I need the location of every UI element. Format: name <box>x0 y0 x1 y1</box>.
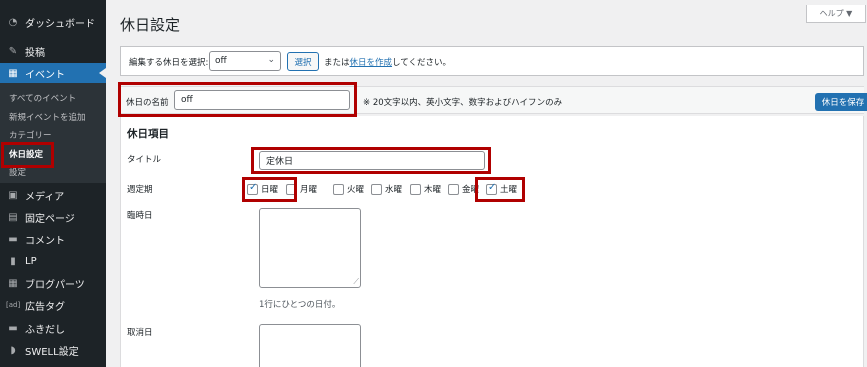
events-submenu: すべてのイベント 新規イベントを追加 カテゴリー 休日設定 設定 <box>0 83 106 183</box>
menu-posts[interactable]: ✎ 投稿 <box>0 41 106 61</box>
temporary-days-textarea[interactable]: ⟋ <box>259 208 361 288</box>
checkbox-icon <box>286 183 297 195</box>
holiday-select-value: off <box>215 56 227 66</box>
day-checkbox-friday[interactable]: 金曜 <box>448 183 479 195</box>
holiday-name-hint: ※ 20文字以内、英小文字、数字およびハイフンのみ <box>363 98 563 108</box>
day-label: 木曜 <box>424 185 442 195</box>
submenu-all-events[interactable]: すべてのイベント <box>9 92 76 104</box>
title-value: 定休日 <box>266 157 294 167</box>
cancel-days-textarea[interactable] <box>259 324 361 367</box>
day-label: 火曜 <box>347 185 365 195</box>
balloon-icon: ▬ <box>8 322 18 334</box>
menu-media[interactable]: ▣ メディア <box>0 185 106 205</box>
menu-ad-tags-label: 広告タグ <box>25 301 65 313</box>
day-label: 日曜 <box>261 185 279 195</box>
menu-blog-parts[interactable]: ▦ ブログパーツ <box>0 273 106 293</box>
media-icon: ▣ <box>8 189 18 201</box>
day-checkbox-sunday[interactable]: 日曜 <box>247 182 279 195</box>
help-tab-button[interactable]: ヘルプ ▼ <box>806 5 866 23</box>
holiday-selector-box: 編集する休日を選択: off ⌄ 選択 または休日を作成してください。 <box>120 46 864 76</box>
submenu-holiday-settings[interactable]: 休日設定 <box>9 148 43 160</box>
create-holiday-link[interactable]: 休日を作成 <box>350 58 393 68</box>
holiday-name-value: off <box>181 95 193 105</box>
page-title: 休日設定 <box>120 16 181 34</box>
menu-comments[interactable]: ▬ コメント <box>0 229 106 249</box>
menu-dashboard[interactable]: ◔ ダッシュボード <box>0 12 106 32</box>
day-label: 月曜 <box>300 185 318 195</box>
menu-dashboard-label: ダッシュボード <box>25 18 95 30</box>
menu-lp-label: LP <box>25 255 37 267</box>
pin-icon: ✎ <box>8 45 18 57</box>
checkbox-icon <box>448 183 459 195</box>
checkbox-icon <box>410 183 421 195</box>
menu-balloon-label: ふきだし <box>25 324 65 336</box>
save-holiday-button[interactable]: 休日を保存 <box>815 93 867 111</box>
menu-events-label: イベント <box>25 69 65 81</box>
calendar-icon: ▦ <box>8 67 18 79</box>
select-button[interactable]: 選択 <box>287 52 319 71</box>
chevron-down-icon: ⌄ <box>267 55 275 65</box>
resize-grip-icon[interactable]: ⟋ <box>353 277 359 287</box>
checkbox-icon <box>371 183 382 195</box>
submenu-settings[interactable]: 設定 <box>9 166 26 178</box>
holiday-select[interactable]: off ⌄ <box>209 51 281 71</box>
day-checkbox-saturday[interactable]: 土曜 <box>486 182 518 195</box>
submenu-add-event[interactable]: 新規イベントを追加 <box>9 111 86 123</box>
selector-label: 編集する休日を選択: <box>129 58 209 68</box>
menu-ad-tags[interactable]: [ad] 広告タグ <box>0 295 106 315</box>
menu-balloon[interactable]: ▬ ふきだし <box>0 318 106 338</box>
menu-lp[interactable]: ▮ LP <box>0 251 106 271</box>
day-checkbox-thursday[interactable]: 木曜 <box>410 183 441 195</box>
temporary-label: 臨時日 <box>127 211 153 221</box>
title-input[interactable]: 定休日 <box>259 151 485 170</box>
day-checkbox-tuesday[interactable]: 火曜 <box>333 183 364 195</box>
holiday-name-input[interactable]: off <box>174 90 350 110</box>
checkbox-checked-icon <box>247 182 258 195</box>
day-label: 土曜 <box>500 185 518 195</box>
holiday-form-panel: 休日項目 タイトル 定休日 週定期 日曜 月曜 火曜 水曜 木曜 金曜 <box>120 116 864 367</box>
menu-media-label: メディア <box>25 191 65 203</box>
temporary-days-hint: 1行にひとつの日付。 <box>259 300 341 310</box>
day-checkbox-monday[interactable]: 月曜 <box>286 183 317 195</box>
main-content: 休日設定 ヘルプ ▼ 編集する休日を選択: off ⌄ 選択 または休日を作成し… <box>106 0 867 367</box>
selector-text-before: または <box>324 58 350 68</box>
menu-comments-label: コメント <box>25 235 65 247</box>
document-icon: ▮ <box>10 255 16 267</box>
menu-blog-parts-label: ブログパーツ <box>25 279 85 291</box>
selector-instruction: または休日を作成してください。 <box>324 56 451 68</box>
day-checkbox-wednesday[interactable]: 水曜 <box>371 183 402 195</box>
day-label: 金曜 <box>462 185 480 195</box>
menu-events[interactable]: ▦ イベント <box>0 63 106 83</box>
ad-icon: [ad] <box>6 301 21 309</box>
layout-icon: ▦ <box>8 277 18 289</box>
holiday-name-bar: 休日の名前 off ※ 20文字以内、英小文字、数字およびハイフンのみ 休日を保… <box>120 86 867 114</box>
menu-pages-label: 固定ページ <box>25 213 75 225</box>
menu-swell-settings[interactable]: ◗ SWELL設定 <box>0 340 106 360</box>
swell-icon: ◗ <box>10 344 16 356</box>
menu-posts-label: 投稿 <box>25 47 45 59</box>
page-icon: ▤ <box>8 211 18 223</box>
selector-text-after: してください。 <box>392 58 452 68</box>
admin-sidebar: ◔ ダッシュボード ✎ 投稿 ▦ イベント すべてのイベント 新規イベントを追加… <box>0 0 106 367</box>
comment-icon: ▬ <box>8 233 18 245</box>
submenu-category[interactable]: カテゴリー <box>9 129 52 141</box>
cancel-days-label: 取消日 <box>127 328 153 338</box>
checkbox-checked-icon <box>486 182 497 195</box>
menu-pages[interactable]: ▤ 固定ページ <box>0 207 106 227</box>
menu-swell-label: SWELL設定 <box>25 346 79 358</box>
section-title: 休日項目 <box>127 128 169 140</box>
dashboard-icon: ◔ <box>8 16 18 28</box>
title-label: タイトル <box>127 155 162 165</box>
holiday-name-label: 休日の名前 <box>126 98 169 108</box>
weekly-label: 週定期 <box>127 185 153 195</box>
day-label: 水曜 <box>385 185 403 195</box>
checkbox-icon <box>333 183 344 195</box>
